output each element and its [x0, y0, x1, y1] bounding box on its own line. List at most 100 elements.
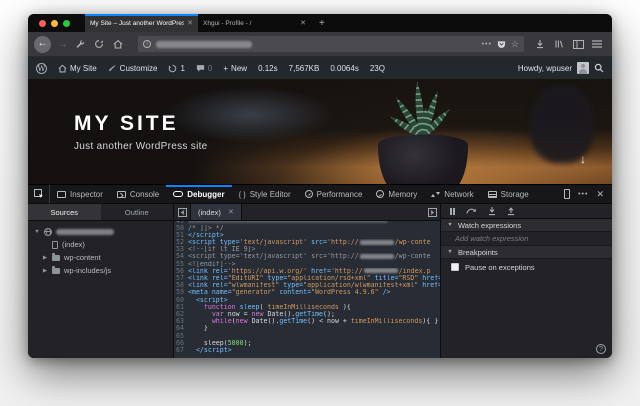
editor-tab-close-icon[interactable]: ✕ — [228, 208, 234, 216]
code-line[interactable]: 59 <meta name="generator" content="WordPr… — [174, 289, 440, 296]
devtools-tab-label: Performance — [316, 189, 363, 199]
sources-tree: ▼ (index) ▶ wp-content ▶ wp-includes/js — [28, 221, 173, 277]
code-line[interactable]: 66 sleep(5000); — [174, 339, 440, 347]
line-content: </script> — [195, 346, 232, 354]
line-content: <![endif]--> — [188, 260, 236, 268]
adminbar-updates[interactable]: 1 — [168, 64, 185, 73]
tab-xhgui[interactable]: Xhgui - Profile - / ✕ — [198, 14, 311, 32]
pocket-icon[interactable] — [497, 40, 506, 49]
site-info-icon[interactable]: i — [143, 40, 151, 48]
new-tab-button[interactable]: + — [311, 14, 333, 32]
devtools-tab-storage[interactable]: Storage — [481, 185, 536, 203]
pause-on-exceptions-row[interactable]: Pause on exceptions — [441, 259, 612, 275]
code-line[interactable]: 53 <!--[if lt IE 9]> — [174, 246, 440, 253]
code-line[interactable]: 65 — [174, 332, 440, 340]
devtools-meatball-icon[interactable]: ••• — [578, 191, 588, 198]
code-line[interactable]: 63 while(new Date().getTime() < now + ti… — [174, 317, 440, 325]
tab-outline[interactable]: Outline — [101, 204, 174, 220]
devtools-tab-debugger[interactable]: Debugger — [166, 185, 232, 203]
tree-item-(index)[interactable]: (index) — [28, 238, 173, 251]
tab-sources[interactable]: Sources — [28, 204, 101, 220]
chevron-right-icon: ▶ — [42, 267, 48, 274]
code-line[interactable]: 50/* ]]> */ — [174, 224, 440, 232]
devtools-close-icon[interactable]: ✕ — [596, 189, 604, 200]
plant-pot-image — [378, 81, 468, 184]
adminbar-my-site[interactable]: My Site — [58, 64, 97, 73]
expand-panes-icon[interactable] — [424, 207, 440, 217]
code-line[interactable]: 60 <script> — [174, 296, 440, 304]
tree-item-wp-content[interactable]: ▶ wp-content — [28, 251, 173, 264]
tree-item-domain[interactable]: ▼ — [28, 225, 173, 238]
back-button[interactable]: ← — [34, 35, 51, 53]
help-icon[interactable]: ? — [596, 344, 606, 354]
line-content: </script> — [188, 231, 224, 239]
user-avatar[interactable] — [577, 62, 589, 74]
devtools-tab-style-editor[interactable]: Style Editor — [232, 185, 298, 203]
step-over-icon[interactable] — [466, 207, 477, 215]
home-icon[interactable] — [113, 39, 127, 49]
tab-close-icon[interactable]: ✕ — [300, 19, 306, 27]
chevron-down-icon: ▼ — [34, 228, 40, 235]
step-in-icon[interactable] — [488, 206, 496, 216]
add-watch-expression-input[interactable]: Add watch expression — [441, 232, 612, 246]
line-content: <script type='text/javascript' src='http… — [188, 239, 431, 247]
reload-icon[interactable] — [94, 39, 108, 49]
code-line[interactable]: 61 function sleep( timeInMilliseconds ){ — [174, 303, 440, 311]
tab-title: My Site – Just another WordPress s — [90, 19, 185, 27]
devtools-tabs: Inspector Console Debugger Style Editor Perf… — [50, 185, 556, 203]
chevron-right-icon: ▶ — [42, 254, 48, 261]
devtools-tab-performance[interactable]: Performance — [298, 185, 370, 203]
code-line[interactable]: 54 <script type='text/javascript' src='ht… — [174, 253, 440, 260]
adminbar-comments[interactable]: 0 — [196, 64, 212, 73]
code-line[interactable]: 62 var now = new Date().getTime(); — [174, 310, 440, 318]
tab-my-site[interactable]: My Site – Just another WordPress s ✕ — [85, 14, 198, 32]
tab-close-icon[interactable]: ✕ — [187, 19, 193, 27]
minimize-window-button[interactable] — [51, 19, 58, 27]
devtools-tab-memory[interactable]: Memory — [369, 185, 424, 203]
page-actions-icon[interactable]: ••• — [482, 41, 492, 48]
tree-item-wp-includes/js[interactable]: ▶ wp-includes/js — [28, 264, 173, 277]
forward-button[interactable]: → — [56, 39, 70, 49]
code-line[interactable]: 52 <script type='text/javascript' src='ht… — [174, 238, 440, 247]
code-line[interactable]: 58 <link rel="wlwmanifest" type="applicat… — [174, 281, 440, 289]
editor-tab-index[interactable]: (index) ✕ — [190, 204, 242, 220]
sidebar-toggle-icon[interactable] — [573, 39, 587, 49]
file-icon — [52, 240, 58, 249]
line-number[interactable]: 67 — [174, 346, 188, 354]
scroll-down-arrow[interactable]: ↓ — [580, 152, 586, 166]
responsive-mode-icon[interactable] — [564, 189, 571, 199]
code-line[interactable]: 51 </script> — [174, 231, 440, 239]
site-title: MY SITE — [74, 112, 179, 135]
code-line[interactable]: 57 <link rel="EditURI" type="application/… — [174, 274, 440, 282]
pick-element-icon[interactable] — [28, 185, 50, 203]
url-bar[interactable]: i ••• ☆ — [138, 36, 524, 52]
step-out-icon[interactable] — [507, 206, 515, 216]
close-window-button[interactable] — [39, 19, 46, 27]
library-icon[interactable] — [554, 39, 568, 49]
watch-expressions-header[interactable]: ▼ Watch expressions — [441, 219, 612, 232]
code-line[interactable]: 64 } — [174, 325, 440, 332]
adminbar-customize[interactable]: Customize — [108, 64, 157, 73]
collapse-sidebar-icon[interactable] — [174, 207, 190, 217]
line-content: sleep(5000); — [188, 339, 252, 347]
devtools-tab-inspector[interactable]: Inspector — [50, 185, 110, 203]
code-line[interactable]: 56 <link rel='https://api.w.org/' href='h… — [174, 267, 440, 275]
zoom-window-button[interactable] — [63, 19, 70, 27]
bookmark-star-icon[interactable]: ☆ — [511, 39, 519, 50]
wp-logo-icon[interactable]: W — [36, 62, 47, 74]
globe-icon — [44, 227, 52, 236]
menu-hamburger-icon[interactable] — [592, 40, 606, 48]
code-line[interactable]: 55 <![endif]--> — [174, 260, 440, 268]
pause-on-exceptions-checkbox[interactable] — [451, 263, 459, 271]
adminbar-howdy[interactable]: Howdy, wpuser — [518, 64, 572, 73]
breakpoints-header[interactable]: ▼ Breakpoints — [441, 246, 612, 259]
adminbar-new[interactable]: + New — [223, 64, 247, 73]
code-view[interactable]: 4950/* ]]> */51</script>52<script type='… — [174, 221, 440, 358]
devtools-tab-network[interactable]: Network — [424, 185, 480, 203]
code-line[interactable]: 67 </script> — [174, 346, 440, 354]
devtools-tab-console[interactable]: Console — [110, 185, 166, 203]
downloads-icon[interactable] — [535, 39, 549, 49]
wrench-icon[interactable] — [75, 39, 89, 49]
pause-icon[interactable] — [450, 207, 455, 215]
search-icon[interactable] — [594, 63, 604, 73]
